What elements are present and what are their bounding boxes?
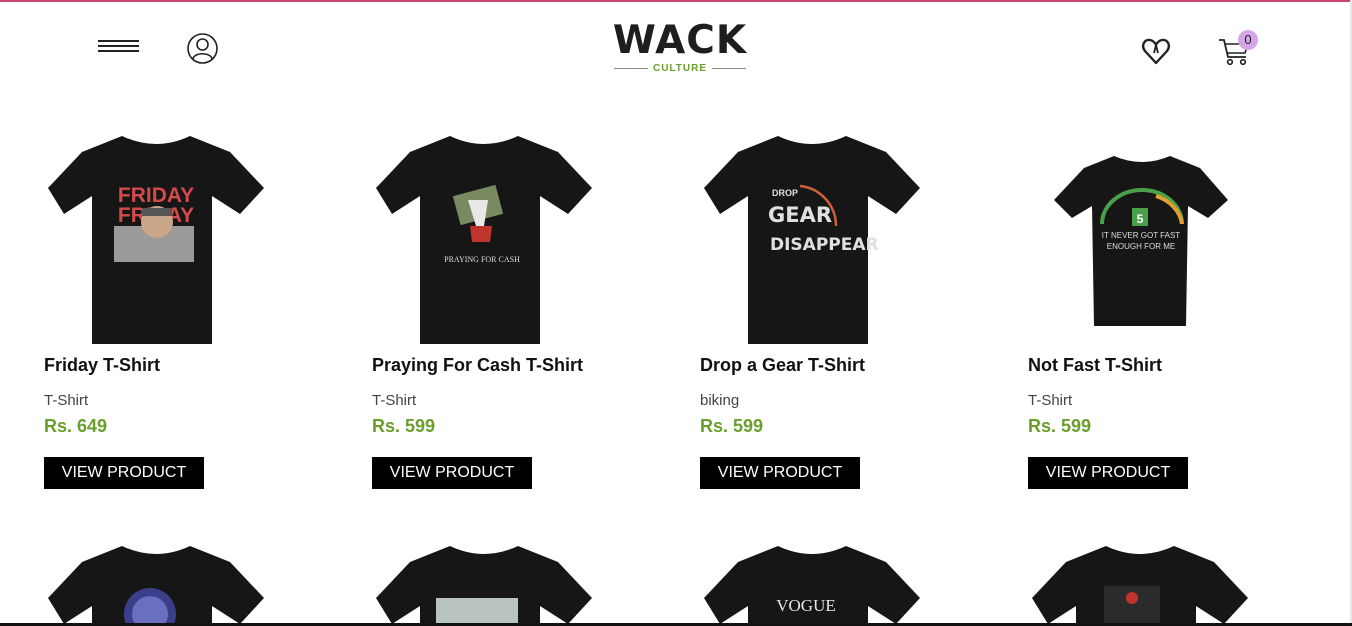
product-image[interactable]: 5 IT NEVER GOT FAST ENOUGH FOR ME bbox=[1028, 130, 1252, 348]
product-category: T-Shirt bbox=[372, 392, 417, 409]
cart-count-badge: 0 bbox=[1238, 30, 1258, 50]
product-name[interactable]: Not Fast T-Shirt bbox=[1028, 355, 1162, 376]
product-price: Rs. 599 bbox=[372, 416, 436, 436]
view-product-button[interactable]: VIEW PRODUCT bbox=[1028, 457, 1188, 489]
product-category: biking bbox=[700, 392, 740, 409]
product-image[interactable] bbox=[1028, 540, 1252, 626]
product-name[interactable]: Friday T-Shirt bbox=[44, 355, 160, 376]
product-category: T-Shirt bbox=[1028, 392, 1073, 409]
product-image[interactable]: VOGUE bbox=[700, 540, 924, 626]
user-icon[interactable] bbox=[186, 32, 219, 65]
print-mid: GEAR bbox=[768, 203, 832, 227]
view-product-button[interactable]: VIEW PRODUCT bbox=[44, 457, 204, 489]
brand-subtitle: CULTURE bbox=[652, 63, 708, 74]
print-bot: DISAPPEAR bbox=[770, 235, 879, 255]
product-image[interactable]: DROP GEAR DISAPPEAR bbox=[700, 130, 924, 348]
print-top: DROP bbox=[772, 188, 798, 198]
heart-icon[interactable] bbox=[1140, 35, 1172, 67]
view-product-button[interactable]: VIEW PRODUCT bbox=[700, 457, 860, 489]
svg-text:IT NEVER GOT FAST: IT NEVER GOT FAST bbox=[1102, 231, 1181, 240]
product-category: T-Shirt bbox=[44, 392, 89, 409]
product-name[interactable]: Praying For Cash T-Shirt bbox=[372, 355, 583, 376]
product-price: Rs. 649 bbox=[44, 416, 108, 436]
product-image[interactable]: PRAYING FOR CASH bbox=[372, 130, 596, 348]
brand-name: WACK bbox=[612, 18, 748, 63]
svg-text:5: 5 bbox=[1137, 212, 1144, 226]
product-name[interactable]: Drop a Gear T-Shirt bbox=[700, 355, 865, 376]
svg-text:ENOUGH FOR ME: ENOUGH FOR ME bbox=[1107, 242, 1175, 251]
product-image[interactable]: FRIDAY FRIDAY FRIDAY bbox=[44, 130, 268, 348]
product-price: Rs. 599 bbox=[700, 416, 764, 436]
print-text: VOGUE bbox=[776, 596, 836, 615]
view-product-button[interactable]: VIEW PRODUCT bbox=[372, 457, 532, 489]
product-image[interactable] bbox=[44, 540, 268, 626]
brand-logo[interactable]: WACK CULTURE bbox=[610, 18, 750, 75]
product-price: Rs. 599 bbox=[1028, 416, 1092, 436]
product-image[interactable] bbox=[372, 540, 596, 626]
site-header: WACK CULTURE 0 bbox=[0, 2, 1352, 92]
menu-icon[interactable] bbox=[98, 40, 140, 58]
print-text: PRAYING FOR CASH bbox=[444, 255, 520, 264]
